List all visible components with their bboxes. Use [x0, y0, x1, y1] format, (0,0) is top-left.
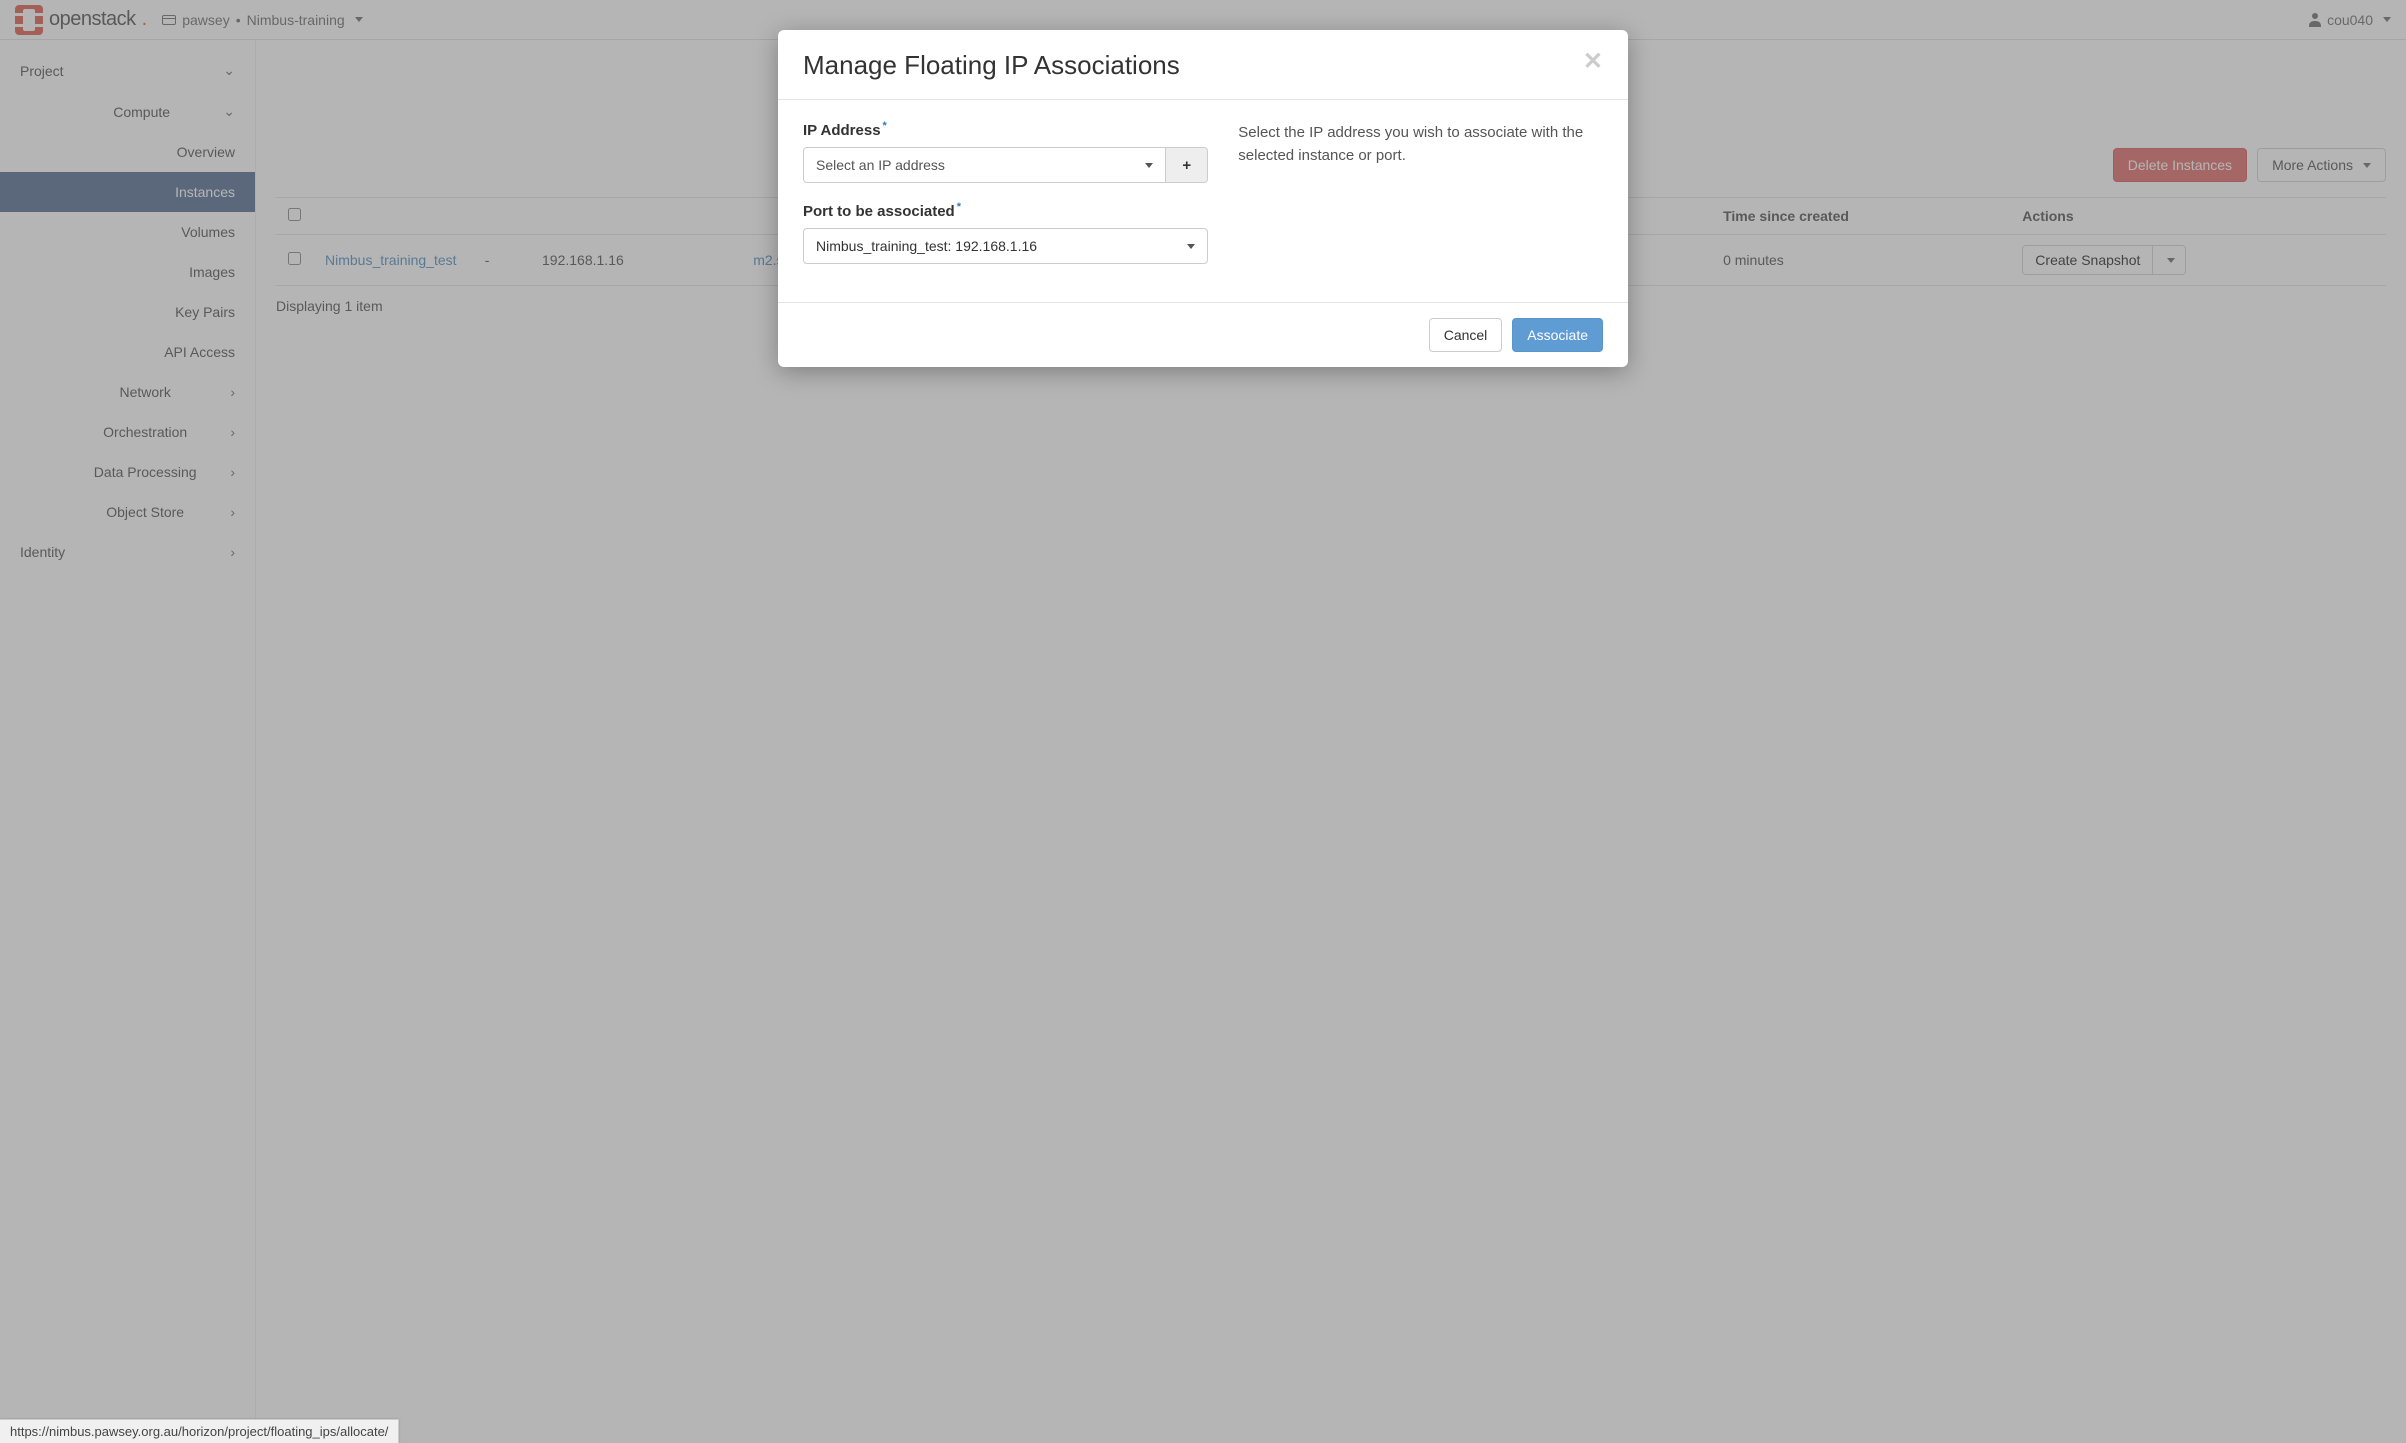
floating-ip-modal: Manage Floating IP Associations ✕ IP Add… [778, 30, 1628, 367]
port-label: Port to be associated* [803, 201, 1208, 220]
ip-address-select[interactable]: Select an IP address [803, 147, 1166, 183]
associate-button[interactable]: Associate [1512, 318, 1603, 352]
plus-icon: + [1182, 157, 1191, 174]
caret-down-icon [1145, 163, 1153, 168]
port-select[interactable]: Nimbus_training_test: 192.168.1.16 [803, 228, 1208, 264]
modal-title: Manage Floating IP Associations [803, 50, 1180, 81]
modal-help-text: Select the IP address you wish to associ… [1238, 120, 1603, 282]
port-select-value: Nimbus_training_test: 192.168.1.16 [816, 238, 1037, 254]
modal-overlay: Manage Floating IP Associations ✕ IP Add… [0, 0, 2406, 1443]
ip-address-label: IP Address* [803, 120, 1208, 139]
caret-down-icon [1187, 244, 1195, 249]
close-icon[interactable]: ✕ [1583, 50, 1603, 74]
cancel-button[interactable]: Cancel [1429, 318, 1503, 352]
statusbar: https://nimbus.pawsey.org.au/horizon/pro… [0, 1419, 399, 1443]
ip-select-value: Select an IP address [816, 157, 945, 173]
allocate-ip-button[interactable]: + [1166, 147, 1208, 183]
